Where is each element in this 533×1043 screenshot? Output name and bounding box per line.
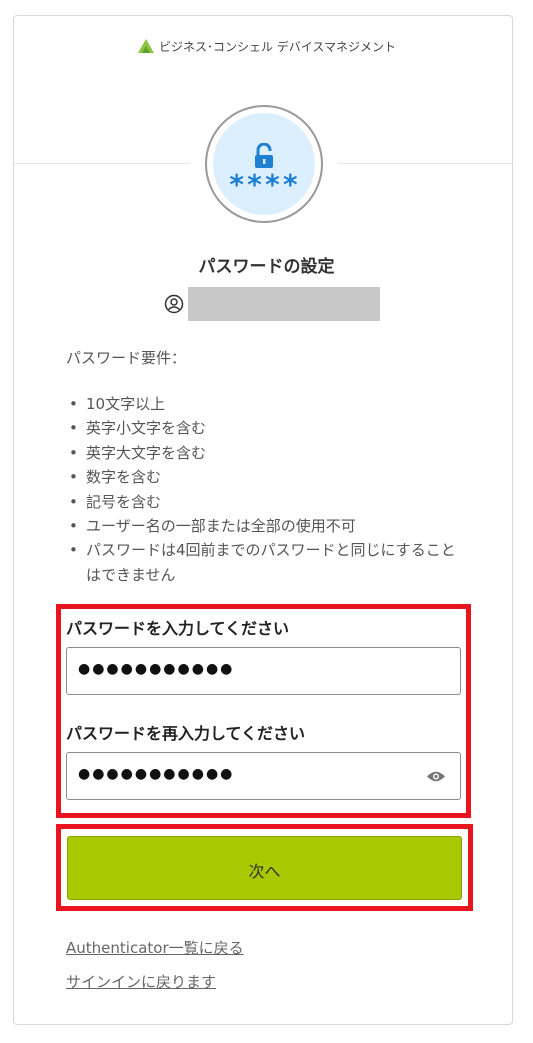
back-to-signin-link[interactable]: サインインに戻ります [66, 971, 216, 992]
highlight-next-button [56, 824, 473, 911]
user-circle-icon [164, 294, 184, 314]
requirements-list: 10文字以上 英字小文字を含む 英字大文字を含む 数字を含む 記号を含む ユーザ… [66, 392, 466, 587]
brand-name: ビジネス･コンシェル デバイスマネジメント [158, 40, 397, 54]
back-to-authenticator-link[interactable]: Authenticator一覧に戻る [66, 937, 244, 958]
password-stars-icon: **** [228, 168, 300, 201]
list-item: 数字を含む [66, 465, 466, 490]
lock-icon [255, 143, 273, 168]
list-item: ユーザー名の一部または全部の使用不可 [66, 514, 466, 539]
password-icon-badge: **** [205, 105, 323, 223]
header-divider-left [14, 163, 190, 164]
redacted-username [188, 287, 380, 321]
brand-header: ビジネス･コンシェル デバイスマネジメント [0, 38, 533, 57]
list-item: 10文字以上 [66, 392, 466, 417]
page-title: パスワードの設定 [198, 257, 335, 277]
list-item: 英字大文字を含む [66, 441, 466, 466]
highlight-password-fields [56, 604, 471, 818]
list-item: 記号を含む [66, 490, 466, 515]
list-item: パスワードは4回前までのパスワードと同じにすることはできません [66, 538, 466, 587]
leaf-logo-icon [137, 38, 155, 57]
requirements-title: パスワード要件： [66, 349, 187, 367]
list-item: 英字小文字を含む [66, 416, 466, 441]
header-divider-right [338, 163, 513, 164]
